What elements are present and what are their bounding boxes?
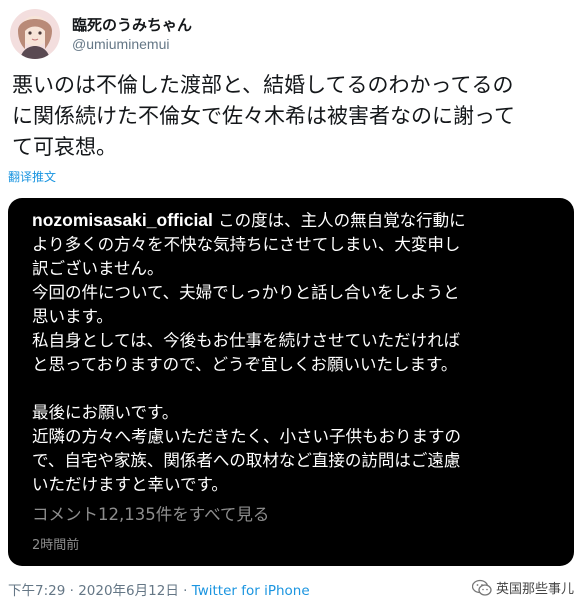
view-all-comments-link: コメント12,135件をすべて見る xyxy=(32,505,270,524)
avatar[interactable] xyxy=(10,9,60,59)
avatar-image xyxy=(10,9,60,59)
post-line: 近隣の方々へ考慮いただきたく、小さい子供もおりますの xyxy=(32,427,461,446)
post-line: で、自宅や家族、関係者への取材など直接の訪問はご遠慮 xyxy=(32,451,461,470)
user-info: 臨死のうみちゃん @umiuminemui xyxy=(72,15,192,54)
user-handle[interactable]: @umiuminemui xyxy=(72,35,192,54)
post-username: nozomisasaki_official xyxy=(32,210,213,230)
meta-separator: · xyxy=(65,583,79,599)
tweet-header: 臨死のうみちゃん @umiuminemui xyxy=(10,8,192,60)
embedded-screenshot[interactable]: nozomisasaki_official この度は、主人の無自覚な行動に より… xyxy=(8,198,574,566)
translate-tweet-link[interactable]: 翻译推文 xyxy=(8,168,56,185)
tweet-time[interactable]: 下午7:29 xyxy=(8,583,65,599)
post-line: 訳ございません。 xyxy=(32,259,164,278)
tweet-text: 悪いのは不倫した渡部と、結婚してるのわかってるの に関係続けた不倫女で佐々木希は… xyxy=(12,73,515,159)
watermark-text: 英国那些事儿 xyxy=(495,582,574,597)
post-line: 思います。 xyxy=(32,307,113,326)
tweet-date[interactable]: 2020年6月12日 xyxy=(78,583,179,599)
meta-separator: · xyxy=(178,583,192,599)
post-line: より多くの方々を不快な気持ちにさせてしまい、大変申し xyxy=(32,235,461,254)
post-line: いただけますと幸いです。 xyxy=(32,475,228,494)
embedded-post-body: nozomisasaki_official この度は、主人の無自覚な行動に より… xyxy=(32,208,562,497)
wechat-icon xyxy=(471,579,492,596)
post-line: 最後にお願いです。 xyxy=(32,403,179,422)
tweet-source-link[interactable]: Twitter for iPhone xyxy=(192,583,310,599)
watermark: 英国那些事儿 xyxy=(471,578,574,597)
post-line: nozomisasaki_official この度は、主人の無自覚な行動に xyxy=(32,208,562,233)
post-line: と思っておりますので、どうぞ宜しくお願いいたします。 xyxy=(32,355,458,374)
post-line: 今回の件について、夫婦でしっかりと話し合いをしようと xyxy=(32,283,460,302)
post-timestamp: 2時間前 xyxy=(32,538,80,553)
tweet-meta: 下午7:29 · 2020年6月12日 · Twitter for iPhone xyxy=(8,581,310,601)
display-name[interactable]: 臨死のうみちゃん xyxy=(72,15,192,35)
post-line: 私自身としては、今後もお仕事を続けさせていただければ xyxy=(32,331,461,350)
post-line-text: この度は、主人の無自覚な行動に xyxy=(218,211,466,230)
